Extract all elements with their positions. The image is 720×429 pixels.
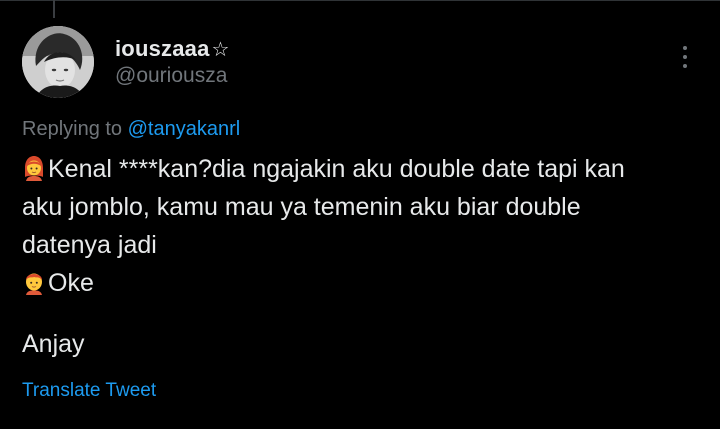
avatar-photo-icon: [22, 26, 94, 98]
vertical-dots-icon: [683, 55, 687, 59]
thread-connector-line: [53, 0, 55, 18]
tweet-line: datenya jadi: [22, 226, 702, 264]
vertical-dots-icon: [683, 64, 687, 68]
translate-tweet-link[interactable]: Translate Tweet: [22, 380, 156, 402]
tweet-line-text: Oke: [48, 269, 94, 297]
tweet-closing-text: Anjay: [22, 330, 85, 358]
tweet-line-text: Kenal ****kan?dia ngajakin aku double da…: [48, 155, 625, 183]
woman-icon: [25, 156, 43, 181]
tweet-line-text: aku jomblo, kamu mau ya temenin aku biar…: [22, 193, 581, 221]
boy-icon: [26, 273, 42, 295]
tweet-line-text: datenya jadi: [22, 231, 157, 259]
display-name-text: iouszaaa: [115, 36, 210, 61]
display-name[interactable]: iouszaaa ☆: [115, 36, 230, 62]
tweet-line: Kenal ****kan?dia ngajakin aku double da…: [22, 150, 702, 188]
tweet-text: Kenal ****kan?dia ngajakin aku double da…: [22, 150, 702, 302]
star-icon: ☆: [211, 39, 230, 61]
more-options-button[interactable]: [672, 40, 698, 74]
user-handle[interactable]: @ouriousza: [115, 64, 227, 88]
replying-to: Replying to @tanyakanrl: [22, 118, 240, 141]
vertical-dots-icon: [683, 46, 687, 50]
tweet-line: aku jomblo, kamu mau ya temenin aku biar…: [22, 188, 702, 226]
top-divider: [0, 0, 720, 1]
replying-prefix: Replying to: [22, 118, 123, 140]
tweet-line: Oke: [22, 264, 702, 302]
replying-mention-link[interactable]: @tanyakanrl: [128, 118, 241, 140]
avatar[interactable]: [22, 26, 94, 98]
